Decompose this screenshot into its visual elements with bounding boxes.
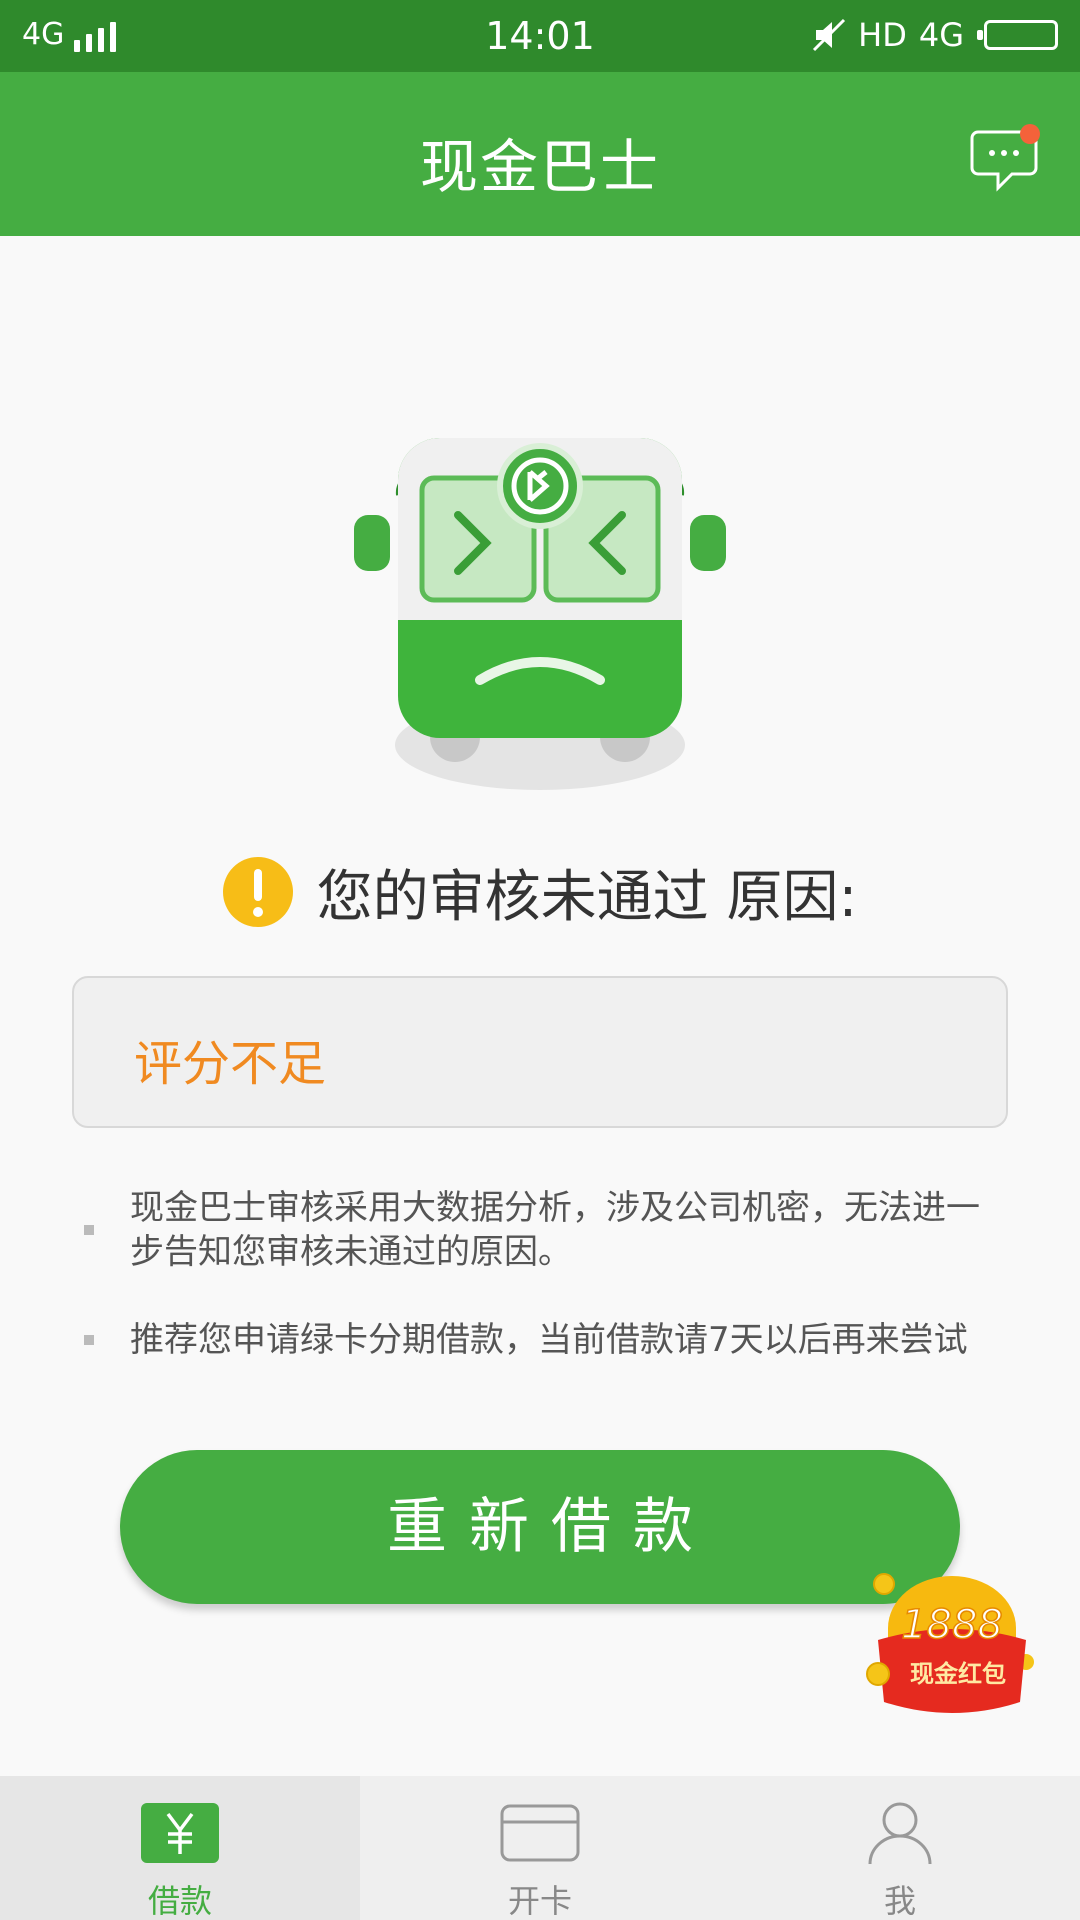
- note-item: 现金巴士审核采用大数据分析，涉及公司机密，无法进一步告知您审核未通过的原因。: [84, 1186, 984, 1274]
- tab-me[interactable]: 我: [720, 1776, 1080, 1920]
- tab-label: 借款: [147, 1882, 212, 1920]
- hd-indicator: HD: [858, 16, 907, 54]
- yuan-icon: [141, 1803, 219, 1863]
- warning-icon: [222, 857, 293, 927]
- bullet-icon: [84, 1225, 94, 1235]
- tab-card[interactable]: 开卡: [360, 1776, 720, 1920]
- bullet-icon: [84, 1335, 94, 1345]
- promo-label: 现金红包: [910, 1660, 1006, 1688]
- review-failed-heading: 您的审核未通过 原因:: [0, 852, 1080, 932]
- tab-loan[interactable]: 借款: [0, 1776, 360, 1920]
- note-item: 推荐您申请绿卡分期借款，当前借款请7天以后再来尝试: [84, 1318, 984, 1362]
- notification-dot: [1020, 124, 1040, 144]
- page-title: 现金巴士: [419, 133, 660, 201]
- tab-label: 我: [883, 1882, 916, 1920]
- card-icon: [500, 1804, 580, 1862]
- status-bar: 4G 14:01 HD 4G: [0, 0, 1080, 72]
- warning-text: 您的审核未通过 原因:: [316, 864, 858, 930]
- red-envelope-promo[interactable]: 1888 现金红包: [862, 1570, 1042, 1730]
- status-right: HD 4G: [812, 16, 1058, 54]
- app-header: 现金巴士: [0, 72, 1080, 236]
- sad-bus-illustration: [354, 438, 726, 790]
- person-icon: [868, 1802, 932, 1864]
- bottom-tab-bar: 借款 开卡 我: [0, 1776, 1080, 1920]
- retry-loan-button[interactable]: 重新借款: [120, 1450, 960, 1604]
- reason-text: 评分不足: [134, 1036, 327, 1092]
- reason-box: 评分不足: [72, 976, 1008, 1128]
- battery-icon: [977, 20, 1058, 50]
- chat-bubble-icon[interactable]: [970, 122, 1042, 194]
- tab-label: 开卡: [507, 1882, 572, 1920]
- note-text: 现金巴士审核采用大数据分析，涉及公司机密，无法进一步告知您审核未通过的原因。: [130, 1188, 980, 1272]
- note-text: 推荐您申请绿卡分期借款，当前借款请7天以后再来尝试: [130, 1320, 968, 1360]
- promo-amount: 1888: [901, 1602, 1003, 1648]
- mute-icon: [813, 18, 846, 52]
- network-type-right: 4G: [918, 16, 964, 54]
- red-envelope-icon: 1888 现金红包: [866, 1573, 1034, 1713]
